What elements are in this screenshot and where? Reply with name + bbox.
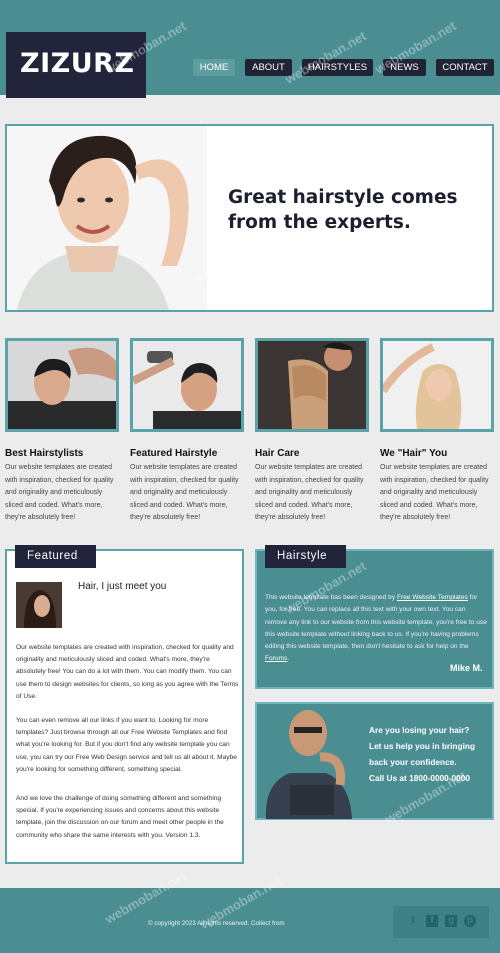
hero-title: Great hairstyle comes from the experts.: [228, 187, 458, 233]
hero-woman-image: [7, 126, 207, 310]
nav-news[interactable]: NEWS: [383, 59, 426, 76]
hairstyle-text: This website template has been designed …: [265, 594, 487, 663]
nav-home[interactable]: HOME: [193, 59, 235, 76]
pinterest-icon[interactable]: p: [464, 915, 476, 927]
forums-link[interactable]: Forums: [265, 655, 287, 662]
column-text-2: Our website templates are created with i…: [130, 464, 239, 521]
column-text-4: Our website templates are created with i…: [380, 464, 489, 521]
column-image-3[interactable]: [255, 338, 369, 432]
column-title-1: Best Hairstylists: [5, 448, 84, 459]
nav-hairstyles[interactable]: HAIRSTYLES: [302, 59, 373, 76]
featured-heading: Hair, I just meet you: [78, 581, 167, 592]
logo[interactable]: ZIZURZ: [20, 48, 135, 79]
featured-tab: Featured: [15, 545, 96, 568]
featured-paragraph-2: You can even remove all our links if you…: [16, 717, 237, 773]
copyright-text: © copyright 2023 All rights reserved. Co…: [148, 920, 285, 927]
column-image-2[interactable]: [130, 338, 244, 432]
column-title-3: Hair Care: [255, 448, 300, 459]
hairstyle-signature: Mike M.: [450, 663, 483, 673]
hairstyle-tab: Hairstyle: [265, 545, 346, 568]
featured-thumbnail[interactable]: [16, 582, 62, 628]
featured-paragraph-3: And we love the challenge of doing somet…: [16, 795, 224, 839]
column-text-3: Our website templates are created with i…: [255, 464, 364, 521]
twitter-icon[interactable]: t: [407, 915, 419, 927]
nav-contact[interactable]: CONTACT: [436, 59, 494, 76]
nav-about[interactable]: ABOUT: [245, 59, 292, 76]
column-text-1: Our website templates are created with i…: [5, 464, 114, 521]
bald-man-image: [265, 710, 352, 819]
column-title-4: We "Hair" You: [380, 448, 448, 459]
facebook-icon[interactable]: f: [426, 915, 438, 927]
help-text: Are you losing your hair? Let us help yo…: [369, 725, 476, 783]
free-website-templates-link[interactable]: Free Website Templates: [397, 594, 468, 601]
featured-paragraph-1: Our website templates are created with i…: [16, 644, 239, 700]
googleplus-icon[interactable]: g: [445, 915, 457, 927]
column-image-4[interactable]: [380, 338, 494, 432]
column-image-1[interactable]: [5, 338, 119, 432]
column-title-2: Featured Hairstyle: [130, 448, 218, 459]
